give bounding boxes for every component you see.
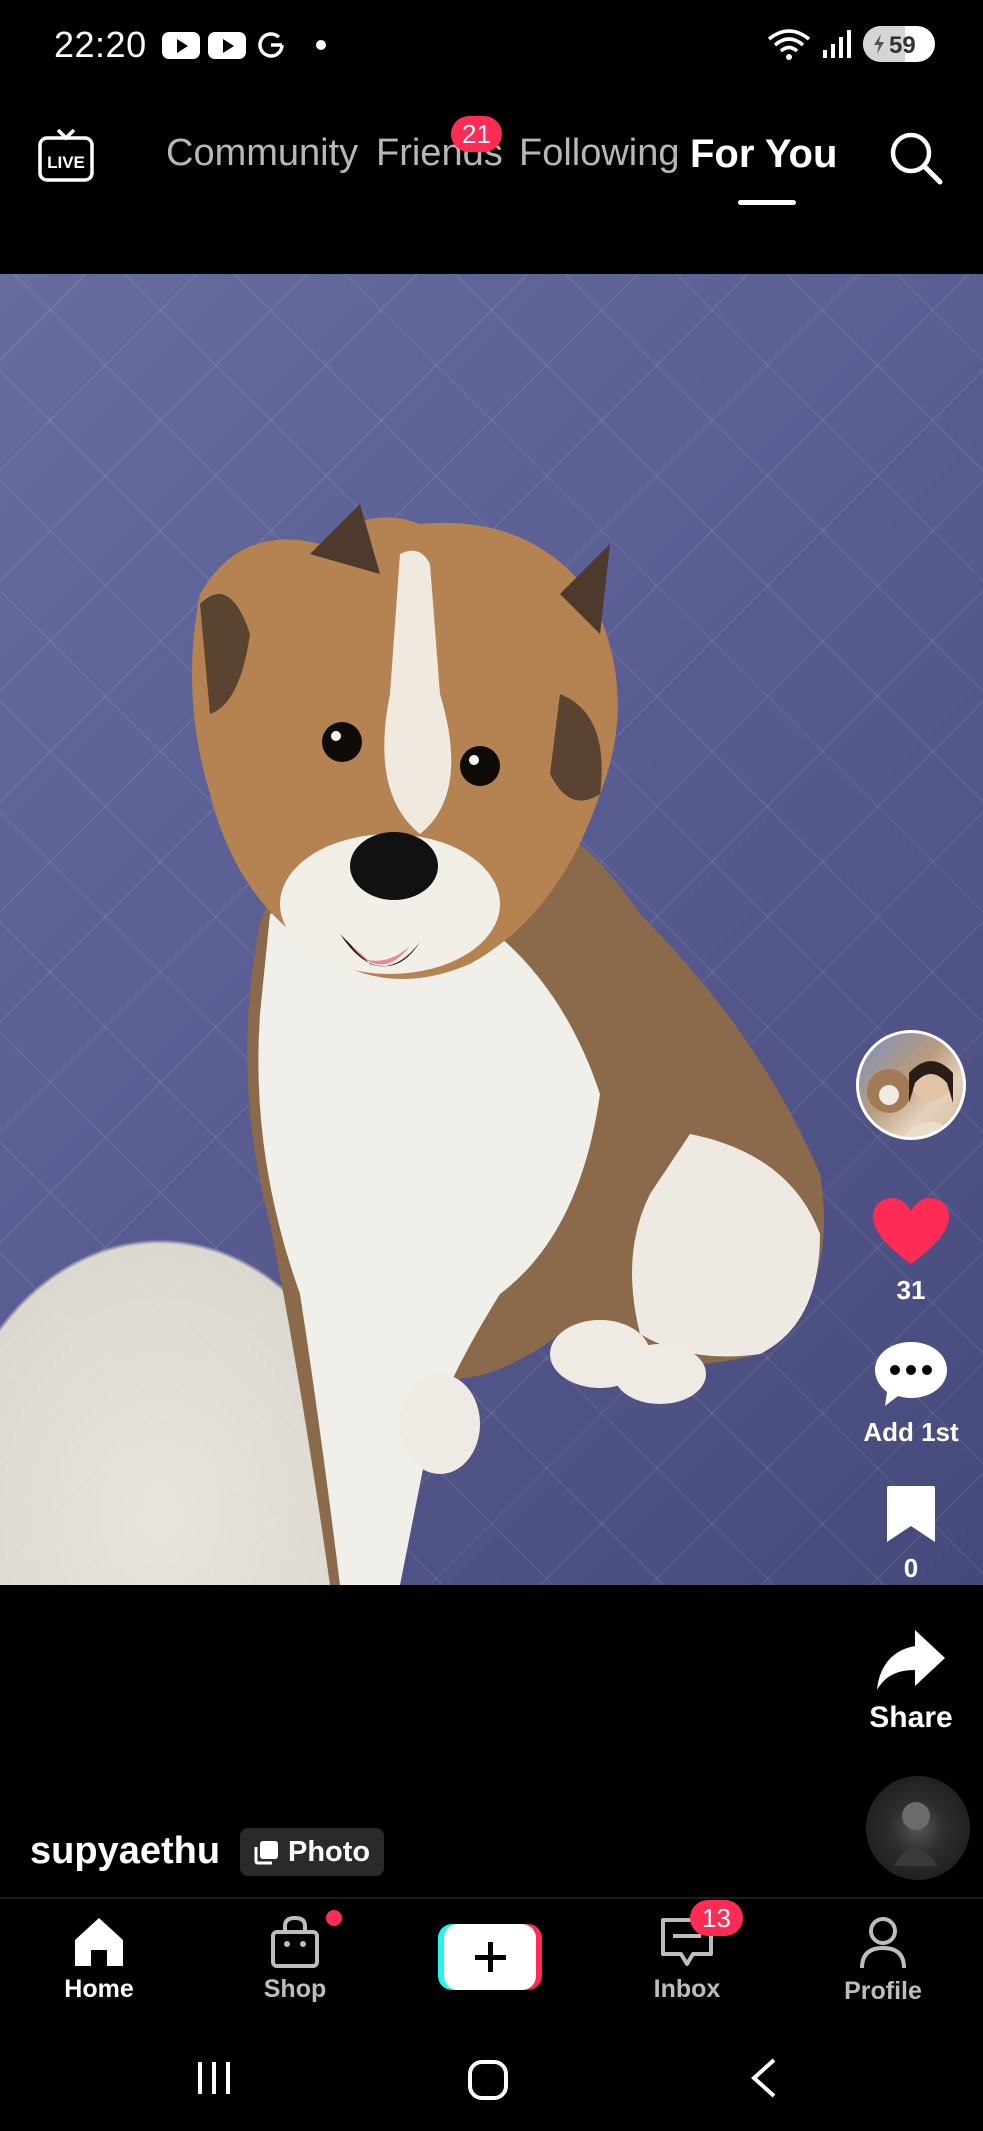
author-username[interactable]: supyaethu: [30, 1830, 220, 1873]
avatar-image: [867, 1061, 959, 1137]
nav-inbox-label: Inbox: [653, 1975, 721, 2003]
dot-icon: [316, 40, 326, 50]
shop-notification-dot: [326, 1910, 342, 1926]
tab-following[interactable]: Following: [519, 132, 680, 175]
youtube-icon: [208, 31, 246, 59]
tab-community[interactable]: Community: [166, 132, 358, 175]
inbox-badge: 13: [690, 1900, 743, 1936]
save-button[interactable]: 0: [856, 1484, 966, 1584]
photo-stack-icon: [254, 1841, 278, 1865]
nav-profile[interactable]: Profile: [808, 1916, 958, 2006]
save-count: 0: [903, 1553, 919, 1583]
author-avatar[interactable]: [856, 1030, 966, 1140]
battery-level: 59: [889, 32, 916, 59]
photo-type-chip: Photo: [240, 1828, 385, 1876]
system-icons: 59: [767, 26, 935, 62]
system-home-icon[interactable]: [466, 2058, 510, 2102]
post-photo[interactable]: [0, 274, 983, 1585]
wifi-icon: [767, 29, 811, 60]
battery-icon: 59: [863, 26, 935, 62]
status-time: 22:20: [54, 24, 147, 65]
comment-icon: [875, 1342, 947, 1406]
live-label: LIVE: [47, 153, 85, 172]
bottom-nav: Home Shop Inbox 13 Profile: [0, 1900, 983, 2020]
nav-home[interactable]: Home: [24, 1916, 174, 2004]
shopping-bag-icon: [271, 1915, 319, 1968]
create-button[interactable]: [438, 1924, 542, 1990]
top-nav: LIVE Community Friends 21 Following For …: [0, 100, 983, 220]
search-icon[interactable]: [886, 128, 944, 186]
youtube-icon: [162, 31, 200, 59]
nav-profile-label: Profile: [844, 1977, 922, 2005]
share-label: Share: [869, 1701, 953, 1734]
sound-disc[interactable]: [866, 1776, 970, 1880]
friends-badge: 21: [451, 116, 502, 152]
like-count: 31: [896, 1275, 926, 1305]
dog-illustration: [192, 504, 825, 1585]
nav-home-label: Home: [64, 1975, 134, 2003]
tab-for-you[interactable]: For You: [690, 132, 837, 177]
charging-bolt-icon: [874, 34, 884, 54]
back-icon[interactable]: [748, 2056, 778, 2100]
recent-apps-icon[interactable]: [194, 2058, 234, 2098]
comment-button[interactable]: Add 1st: [856, 1340, 966, 1448]
share-arrow-icon: [877, 1630, 945, 1690]
person-icon: [860, 1917, 906, 1969]
bottom-divider: [0, 1897, 983, 1899]
photo-chip-label: Photo: [288, 1835, 371, 1868]
heart-icon: [873, 1198, 949, 1264]
nav-shop-label: Shop: [263, 1975, 327, 2003]
nav-inbox[interactable]: Inbox: [612, 1916, 762, 2004]
system-nav-bar: [0, 2040, 983, 2131]
like-button[interactable]: 31: [856, 1196, 966, 1306]
bookmark-icon: [887, 1486, 935, 1542]
nav-shop[interactable]: Shop: [220, 1915, 370, 2004]
active-tab-indicator: [738, 200, 796, 205]
music-disc-image: [894, 1802, 938, 1866]
share-button[interactable]: Share: [856, 1628, 966, 1735]
google-icon: [258, 32, 284, 58]
comment-label: Add 1st: [863, 1417, 959, 1447]
signal-icon: [823, 30, 851, 58]
notification-icons: [162, 28, 326, 62]
home-icon: [75, 1918, 123, 1966]
live-button[interactable]: LIVE: [36, 126, 96, 184]
status-bar: 22:20 59: [0, 0, 983, 92]
